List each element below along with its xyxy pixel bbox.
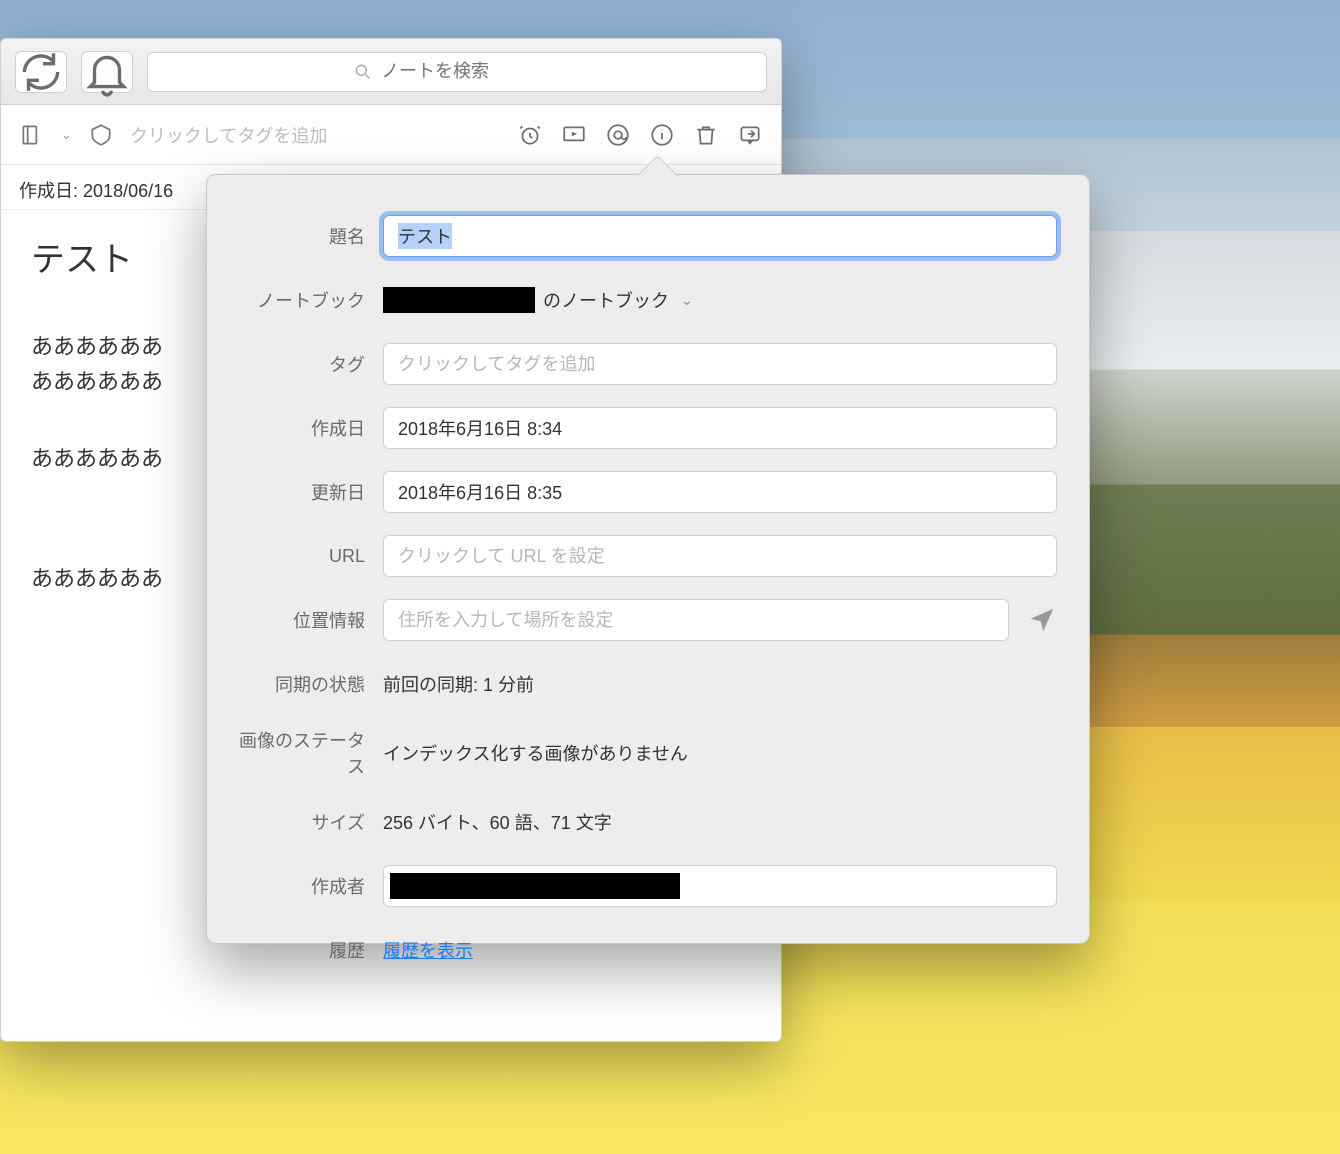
label-location: 位置情報 xyxy=(227,607,383,633)
chevron-down-icon: ⌄ xyxy=(681,292,693,309)
notebook-icon[interactable] xyxy=(86,120,116,150)
label-tags: タグ xyxy=(227,351,383,377)
label-url: URL xyxy=(227,546,383,567)
locate-button[interactable] xyxy=(1027,605,1057,635)
label-updated: 更新日 xyxy=(227,479,383,505)
presentation-icon xyxy=(561,122,587,148)
trash-icon xyxy=(693,122,719,148)
tags-input[interactable] xyxy=(383,343,1057,385)
share-icon xyxy=(737,122,763,148)
sync-button[interactable] xyxy=(15,51,67,93)
url-input[interactable] xyxy=(383,535,1057,577)
label-created: 作成日 xyxy=(227,415,383,441)
note-info-popover: 題名 ノートブック のノートブック ⌄ タグ 作成日 更新日 URL xyxy=(206,174,1090,944)
bell-icon xyxy=(82,47,132,97)
view-options-button[interactable] xyxy=(17,120,47,150)
created-label: 作成日: xyxy=(19,181,78,201)
location-arrow-icon xyxy=(1027,605,1057,635)
notebook-selector[interactable]: のノートブック ⌄ xyxy=(383,287,1057,313)
sync-status: 前回の同期: 1 分前 xyxy=(383,671,534,697)
note-action-bar: ⌄ クリックしてタグを追加 xyxy=(1,105,781,165)
main-toolbar xyxy=(1,39,781,105)
tag-input[interactable]: クリックしてタグを追加 xyxy=(130,122,327,148)
present-button[interactable] xyxy=(559,120,589,150)
reminder-button[interactable] xyxy=(515,120,545,150)
label-size: サイズ xyxy=(227,809,383,835)
label-history: 履歴 xyxy=(227,937,383,963)
search-icon xyxy=(353,62,373,82)
image-status: インデックス化する画像がありません xyxy=(383,740,688,766)
annotate-button[interactable] xyxy=(603,120,633,150)
label-author: 作成者 xyxy=(227,873,383,899)
history-link[interactable]: 履歴を表示 xyxy=(383,937,473,963)
author-input[interactable] xyxy=(383,865,1057,907)
info-button[interactable] xyxy=(647,120,677,150)
label-notebook: ノートブック xyxy=(227,287,383,313)
notifications-button[interactable] xyxy=(81,51,133,93)
created-input[interactable] xyxy=(383,407,1057,449)
search-field[interactable] xyxy=(147,52,767,92)
redacted-notebook-owner xyxy=(383,287,535,313)
at-icon xyxy=(605,122,631,148)
created-date: 2018/06/16 xyxy=(83,181,173,201)
title-input[interactable] xyxy=(383,215,1057,257)
updated-input[interactable] xyxy=(383,471,1057,513)
redacted-author xyxy=(390,873,680,899)
sync-icon xyxy=(16,47,66,97)
trash-button[interactable] xyxy=(691,120,721,150)
label-sync: 同期の状態 xyxy=(227,671,383,697)
size-value: 256 バイト、60 語、71 文字 xyxy=(383,809,612,835)
search-input[interactable] xyxy=(381,61,561,82)
label-image-status: 画像のステータス xyxy=(227,727,383,779)
share-button[interactable] xyxy=(735,120,765,150)
alarm-icon xyxy=(517,122,543,148)
location-input[interactable] xyxy=(383,599,1009,641)
info-icon xyxy=(649,122,675,148)
notebook-suffix: のノートブック xyxy=(543,287,669,313)
label-title: 題名 xyxy=(227,223,383,249)
